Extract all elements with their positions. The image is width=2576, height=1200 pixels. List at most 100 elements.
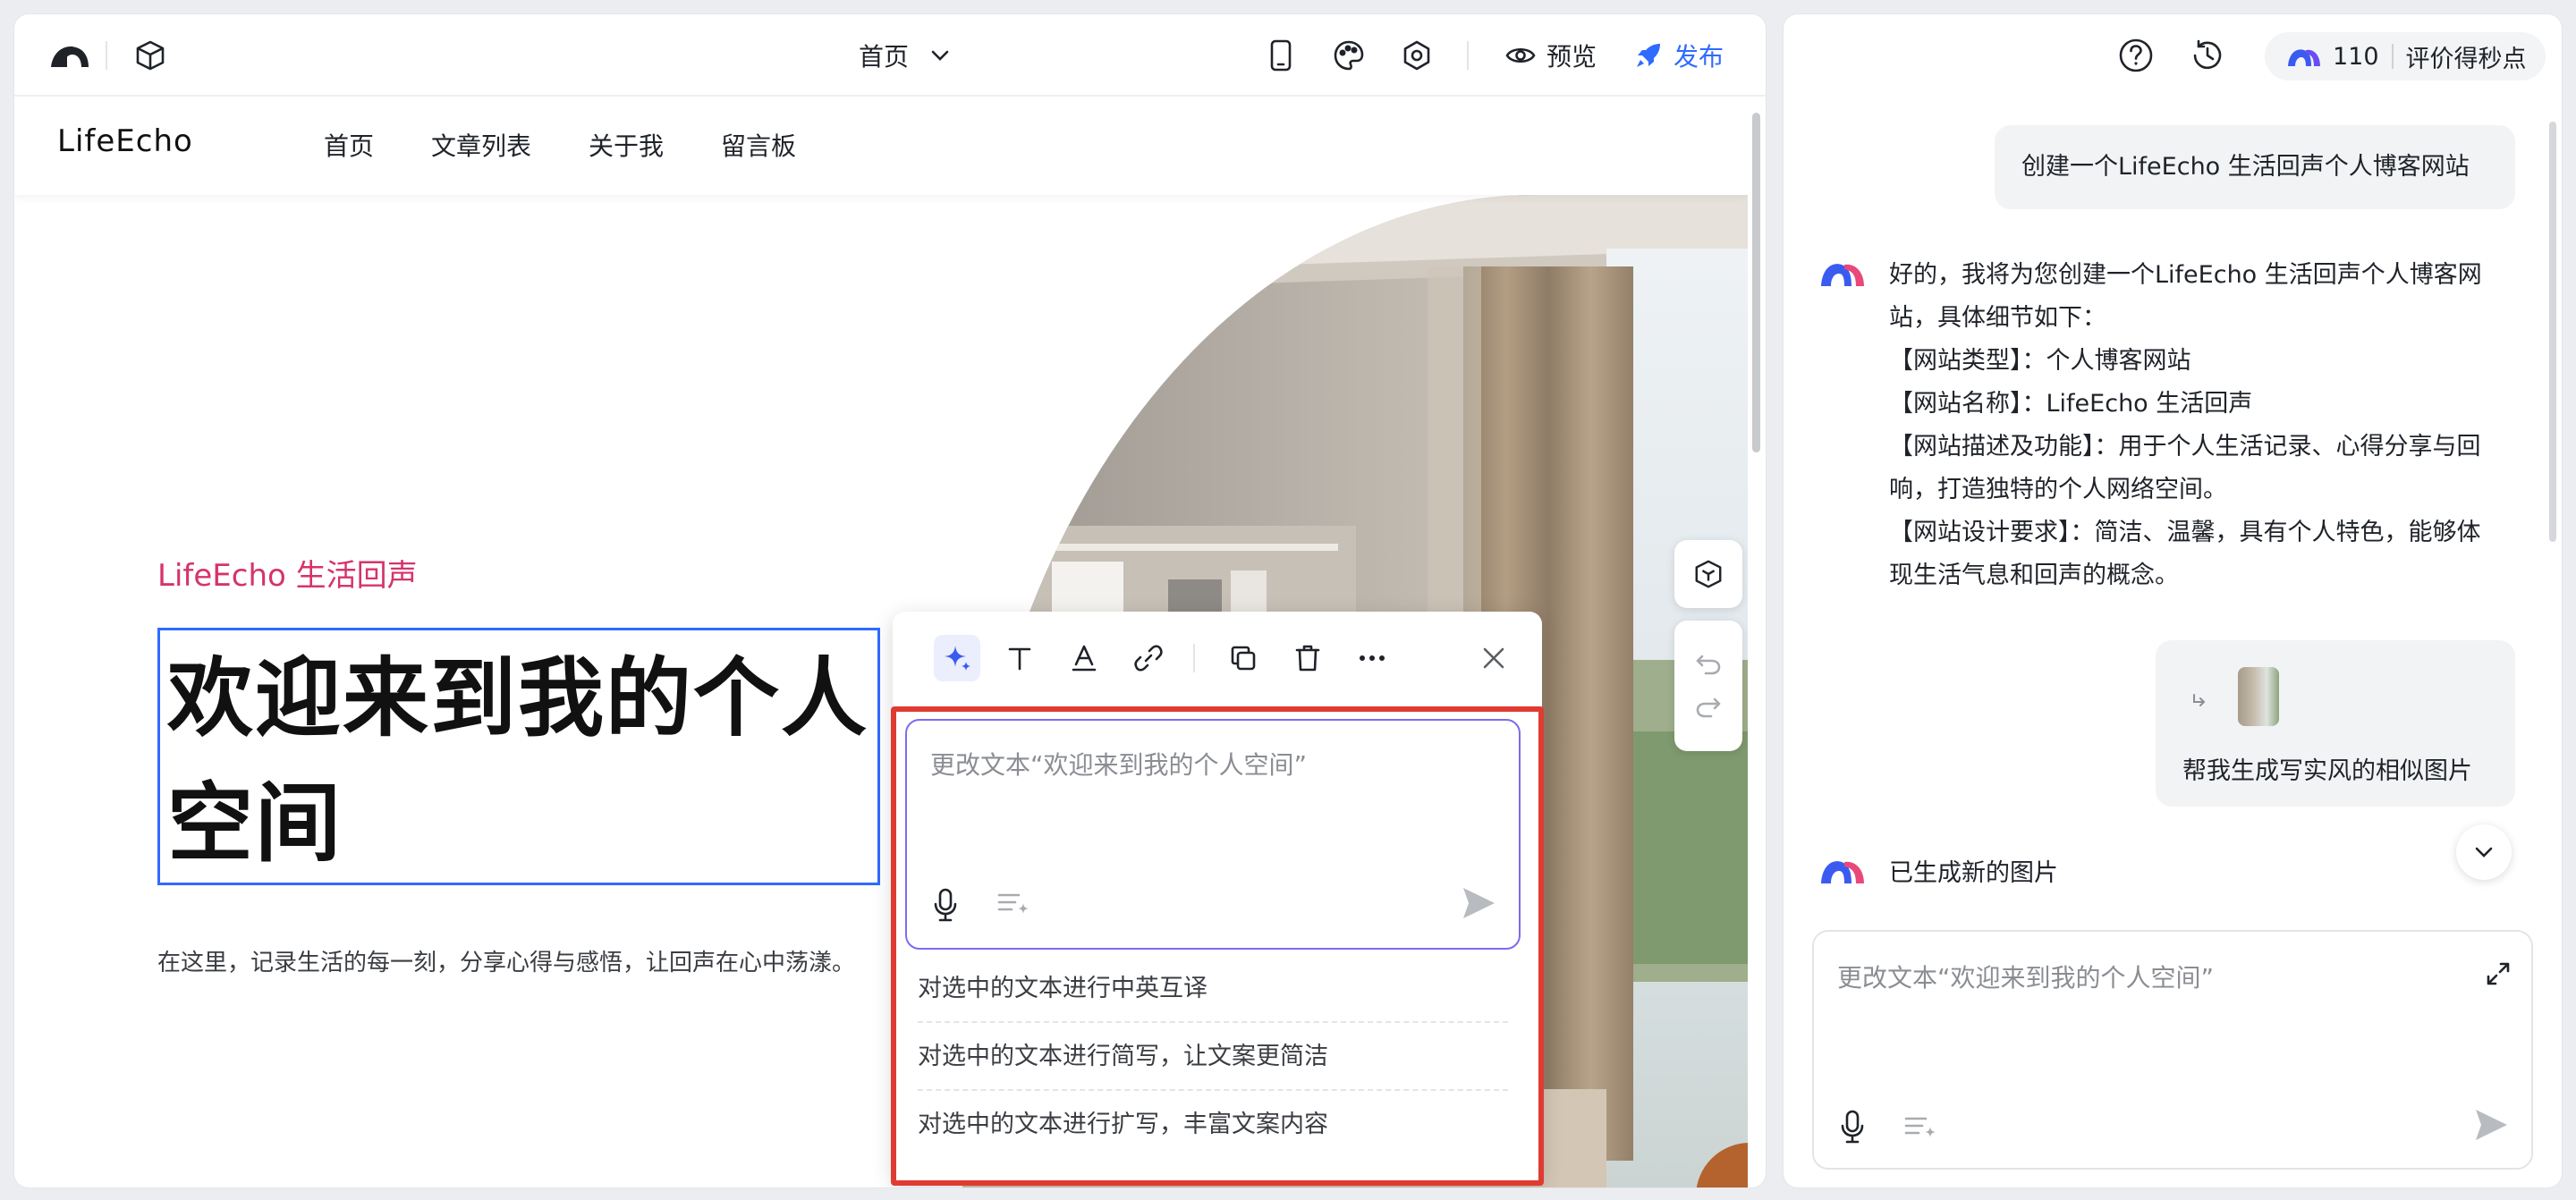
preview-label: 预览	[1546, 42, 1597, 72]
chevron-down-icon	[2475, 847, 2493, 858]
user-message-1: 创建一个LifeEcho 生活回声个人博客网站	[1995, 125, 2515, 209]
text-color-button[interactable]	[1061, 635, 1107, 681]
redo-icon[interactable]	[1695, 696, 1722, 719]
user-message-2-text: 帮我生成写实风的相似图片	[2182, 757, 2472, 785]
close-icon	[1483, 647, 1504, 669]
app-logo-icon[interactable]	[43, 14, 97, 97]
assistant-line: 响，打造独特的个人网络空间。	[1889, 476, 2227, 503]
assistant-line: 【网站描述及功能】：用于个人生活记录、心得分享与回	[1889, 433, 2481, 461]
help-icon	[2119, 38, 2153, 72]
hero-title-line-2: 空间	[167, 773, 343, 874]
chat-scrollbar[interactable]	[2549, 122, 2556, 542]
voice-input-button[interactable]	[932, 887, 959, 923]
trash-icon	[1295, 645, 1320, 672]
credits-badge[interactable]: 110 评价得秒点	[2265, 32, 2546, 80]
prompt-template-button[interactable]	[996, 891, 1032, 917]
ai-prompt-placeholder: 更改文本“欢迎来到我的个人空间”	[930, 750, 1308, 780]
expand-input-button[interactable]	[2485, 960, 2512, 987]
ai-popup-toolbar	[893, 612, 1542, 701]
page-select-label: 首页	[858, 42, 909, 72]
chat-voice-button[interactable]	[1839, 1109, 1866, 1145]
close-popup-button[interactable]	[1470, 635, 1517, 681]
nav-item-guestbook[interactable]: 留言板	[721, 127, 796, 163]
history-button[interactable]	[2190, 38, 2225, 73]
text-color-icon	[1072, 645, 1097, 672]
prompt-list-icon	[997, 893, 1029, 914]
page-select[interactable]: 首页	[837, 14, 971, 97]
mobile-view-icon[interactable]	[1261, 14, 1301, 97]
ai-sparkle-button[interactable]	[934, 635, 980, 681]
preview-button[interactable]: 预览	[1497, 14, 1605, 97]
site-header: LifeEcho 首页 文章列表 关于我 留言板	[14, 97, 1748, 195]
assistant-line: 【网站类型】：个人博客网站	[1889, 347, 2191, 375]
undo-icon[interactable]	[1695, 653, 1722, 676]
user-message-2: 帮我生成写实风的相似图片	[2156, 640, 2515, 807]
assistant-line: 【网站设计要求】：简洁、温馨，具有个人特色，能够体	[1889, 519, 2481, 546]
text-style-button[interactable]	[996, 635, 1043, 681]
editor-toolbar: 首页 预览 发布	[14, 14, 1766, 97]
component-button[interactable]	[1674, 540, 1742, 608]
hero-title-selection[interactable]: 欢迎来到我的个人 空间	[157, 628, 880, 885]
chat-input[interactable]: 更改文本“欢迎来到我的个人空间”	[1812, 930, 2533, 1170]
suggestion-translate[interactable]: 对选中的文本进行中英互译	[918, 955, 1508, 1023]
hero-title-line-1: 欢迎来到我的个人	[167, 648, 869, 748]
send-icon	[2476, 1110, 2507, 1140]
history-controls	[1674, 621, 1742, 751]
suggestion-expand[interactable]: 对选中的文本进行扩写，丰富文案内容	[918, 1091, 1508, 1159]
ai-prompt-input[interactable]: 更改文本“欢迎来到我的个人空间”	[905, 719, 1521, 950]
editor-panel: 首页 预览 发布 LifeEcho 首页 文章列表 关于我 留言板 LifeEc…	[14, 14, 1766, 1187]
link-button[interactable]	[1125, 635, 1172, 681]
attached-image-thumbnail[interactable]	[2238, 667, 2279, 726]
hero-tag[interactable]: LifeEcho 生活回声	[157, 551, 418, 595]
help-button[interactable]	[2118, 38, 2154, 73]
sparkle-icon	[945, 646, 970, 671]
suggestion-shorten[interactable]: 对选中的文本进行简写，让文案更简洁	[918, 1023, 1508, 1091]
ai-send-button[interactable]	[1460, 885, 1497, 921]
editor-scrollbar-thumb[interactable]	[1752, 113, 1760, 452]
reply-arrow-icon	[2193, 694, 2206, 706]
delete-button[interactable]	[1284, 635, 1331, 681]
prompt-list-icon	[1904, 1117, 1936, 1137]
chat-send-button[interactable]	[2472, 1107, 2510, 1143]
chat-header: 110 评价得秒点	[1784, 14, 2562, 97]
assistant-avatar	[1819, 258, 1866, 288]
more-button[interactable]	[1349, 635, 1395, 681]
cube-hex-icon	[1695, 560, 1722, 588]
microphone-icon	[934, 888, 957, 922]
link-icon	[1134, 645, 1163, 672]
brand-logo-icon	[2288, 49, 2320, 66]
copy-button[interactable]	[1220, 635, 1267, 681]
assistant-avatar	[1819, 855, 1866, 885]
hero-subtitle[interactable]: 在这里，记录生活的每一刻，分享心得与感悟，让回声在心中荡漾。	[157, 944, 855, 977]
scroll-to-bottom-button[interactable]	[2456, 824, 2512, 880]
site-logo[interactable]: LifeEcho	[57, 123, 193, 159]
more-icon	[1360, 655, 1385, 661]
palette-icon[interactable]	[1329, 14, 1368, 97]
chevron-down-icon	[931, 50, 949, 61]
text-icon	[1008, 647, 1031, 671]
publish-button[interactable]: 发布	[1624, 14, 1733, 97]
ai-edit-popup: 更改文本“欢迎来到我的个人空间” 对选中的文本进行中英互译 对选中的文本进行简写…	[891, 612, 1544, 1186]
microphone-icon	[1841, 1110, 1864, 1144]
expand-icon	[2487, 962, 2510, 985]
assistant-message-1: 好的，我将为您创建一个LifeEcho 生活回声个人博客网 站，具体细节如下： …	[1889, 254, 2515, 597]
credits-count: 110	[2333, 42, 2379, 71]
assistant-line: 【网站名称】：LifeEcho 生活回声	[1889, 390, 2253, 418]
user-message-1-text: 创建一个LifeEcho 生活回声个人博客网站	[2021, 153, 2470, 181]
nav-item-home[interactable]: 首页	[324, 127, 374, 163]
nav-item-about[interactable]: 关于我	[589, 127, 664, 163]
assistant-line: 现生活气息和回声的概念。	[1889, 562, 2179, 589]
send-icon	[1463, 888, 1495, 918]
assistant-line: 好的，我将为您创建一个LifeEcho 生活回声个人博客网	[1889, 261, 2482, 289]
cube-icon[interactable]	[129, 14, 172, 97]
assistant-line: 站，具体细节如下：	[1889, 304, 2106, 332]
settings-icon[interactable]	[1397, 14, 1436, 97]
chat-panel: 110 评价得秒点 创建一个LifeEcho 生活回声个人博客网站 好的，我将为…	[1784, 14, 2562, 1187]
history-icon	[2193, 39, 2222, 70]
publish-label: 发布	[1673, 42, 1724, 72]
nav-item-articles[interactable]: 文章列表	[431, 127, 531, 163]
chat-prompt-template-button[interactable]	[1903, 1114, 1939, 1141]
assistant-logo-icon	[1821, 264, 1864, 286]
assistant-logo-icon	[1821, 861, 1864, 883]
hero-title[interactable]: 欢迎来到我的个人 空间	[167, 636, 874, 886]
